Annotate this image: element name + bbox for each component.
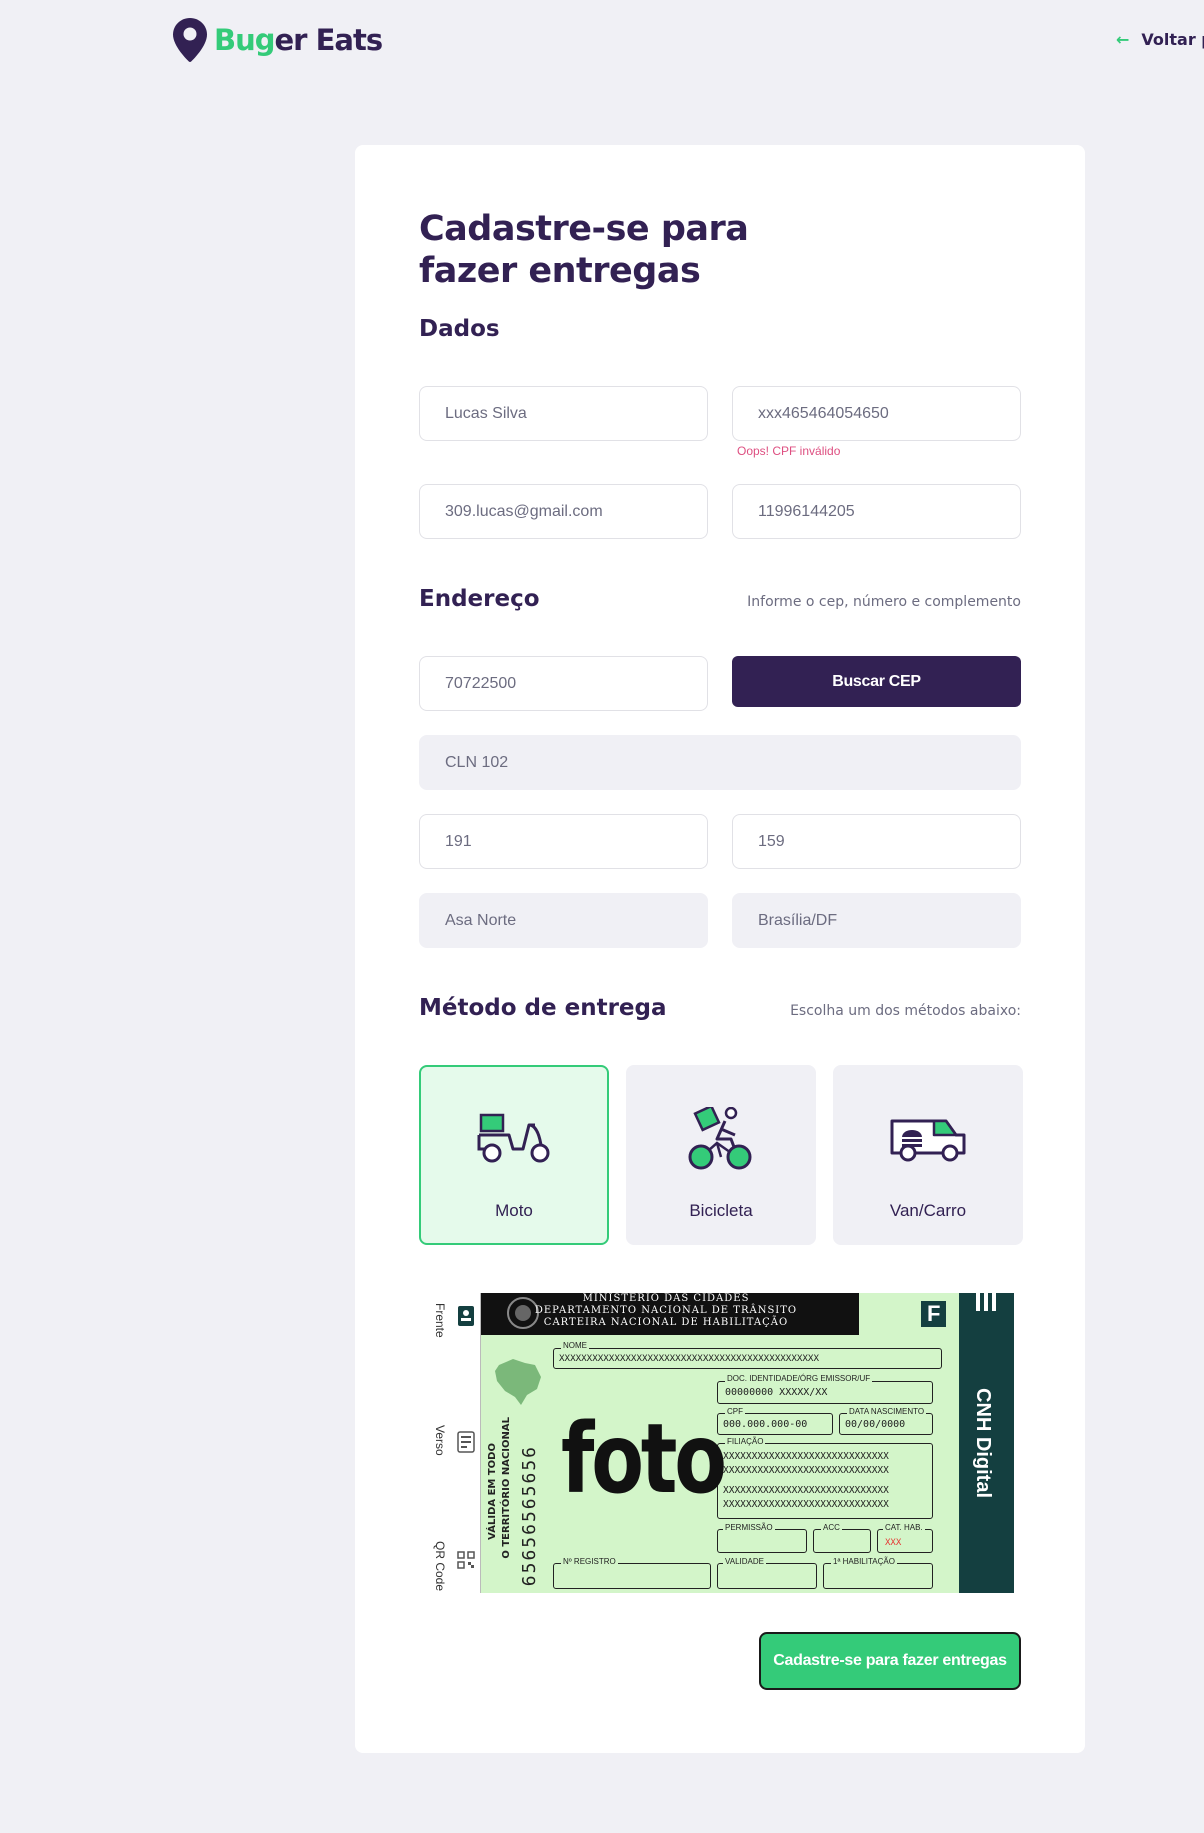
cnh-digital-strip: CNH Digital bbox=[959, 1293, 1014, 1593]
method-label: Moto bbox=[495, 1201, 533, 1220]
logo-text: Buger Eats bbox=[214, 23, 383, 57]
arrow-left-icon: ← bbox=[1116, 30, 1130, 49]
city-state-input: Brasília/DF bbox=[732, 893, 1021, 948]
cnh-label-doc: DOC. IDENTIDADE/ÓRG EMISSOR/UF bbox=[725, 1374, 873, 1383]
map-pin-icon bbox=[173, 18, 207, 62]
bicycle-icon bbox=[688, 1107, 752, 1170]
cnh-valida-line-2: O TERRITÓRIO NACIONAL bbox=[501, 1417, 512, 1559]
id-card-icon bbox=[458, 1306, 474, 1326]
cnh-label-cat: CAT. HAB. bbox=[883, 1523, 925, 1532]
complement-input[interactable]: 159 bbox=[732, 814, 1021, 869]
cnh-value-filiacao-2: XXXXXXXXXXXXXXXXXXXXXXXXXXXXX bbox=[723, 1465, 889, 1476]
cnh-label-permissao: PERMISSÃO bbox=[723, 1523, 775, 1532]
cnh-value-filiacao-3: XXXXXXXXXXXXXXXXXXXXXXXXXXXXX bbox=[723, 1485, 889, 1496]
cnh-strip-bar-3 bbox=[992, 1293, 996, 1311]
cnh-valida-line-1: VÁLIDA EM TODO bbox=[487, 1443, 498, 1540]
buscar-cep-button[interactable]: Buscar CEP bbox=[732, 656, 1021, 707]
cnh-strip-bar-2 bbox=[984, 1293, 988, 1311]
brazil-map-icon bbox=[495, 1359, 541, 1405]
cnh-label-registro: Nº REGISTRO bbox=[561, 1557, 618, 1566]
cnh-field-validade bbox=[717, 1563, 817, 1589]
cnh-label-filiacao: FILIAÇÃO bbox=[725, 1437, 766, 1446]
cnh-header-line-3: CARTEIRA NACIONAL DE HABILITAÇÃO bbox=[543, 1317, 789, 1328]
cnh-value-filiacao-4: XXXXXXXXXXXXXXXXXXXXXXXXXXXXX bbox=[723, 1499, 889, 1510]
cnh-tab-front[interactable]: Frente bbox=[433, 1303, 447, 1338]
number-input[interactable]: 191 bbox=[419, 814, 708, 869]
section-title-endereco: Endereço bbox=[419, 586, 540, 612]
cnh-field-acc bbox=[813, 1529, 871, 1553]
cnh-tab-back[interactable]: Verso bbox=[433, 1425, 447, 1456]
cnh-header-line-2: DEPARTAMENTO NACIONAL DE TRÂNSITO bbox=[534, 1305, 798, 1316]
endereco-hint: Informe o cep, número e complemento bbox=[747, 594, 1021, 610]
street-input: CLN 102 bbox=[419, 735, 1021, 790]
cnh-upload-preview[interactable]: Frente Verso QR Code MINISTÉRIO DAS CIDA… bbox=[425, 1293, 1014, 1593]
cnh-side-number: 65656565656 bbox=[519, 1445, 540, 1587]
delivery-method-van-carro[interactable]: Van/Carro bbox=[833, 1065, 1023, 1245]
scooter-icon bbox=[477, 1113, 550, 1163]
submit-button[interactable]: Cadastre-se para fazer entregas bbox=[759, 1632, 1021, 1690]
cnh-label-primeira-habilitacao: 1ª HABILITAÇÃO bbox=[831, 1557, 897, 1566]
cnh-value-nome: XXXXXXXXXXXXXXXXXXXXXXXXXXXXXXXXXXXXXXXX… bbox=[559, 1353, 819, 1364]
section-title-metodo: Método de entrega bbox=[419, 995, 667, 1021]
qr-code-icon bbox=[457, 1551, 475, 1569]
cnh-value-filiacao-1: XXXXXXXXXXXXXXXXXXXXXXXXXXXXX bbox=[723, 1451, 889, 1462]
cnh-header: MINISTÉRIO DAS CIDADES DEPARTAMENTO NACI… bbox=[481, 1293, 959, 1335]
metodo-hint: Escolha um dos métodos abaixo: bbox=[790, 1003, 1021, 1019]
cnh-value-doc: 00000000 XXXXX/XX bbox=[725, 1387, 828, 1398]
cpf-error-message: Oops! CPF inválido bbox=[737, 444, 841, 458]
cnh-photo-placeholder: foto bbox=[561, 1403, 727, 1515]
back-link-label: Voltar p bbox=[1141, 30, 1204, 49]
cnh-label-nome: NOME bbox=[561, 1341, 589, 1350]
cnh-field-permissao bbox=[717, 1529, 807, 1553]
cnh-strip-bar-1 bbox=[976, 1293, 980, 1311]
cnh-tab-qr[interactable]: QR Code bbox=[433, 1541, 447, 1591]
cnh-header-line-1: MINISTÉRIO DAS CIDADES bbox=[582, 1293, 750, 1304]
cnh-value-cpf: 000.000.000-00 bbox=[723, 1419, 808, 1430]
back-link[interactable]: ← Voltar p bbox=[1116, 30, 1204, 49]
header: Buger Eats ← Voltar p bbox=[0, 0, 1204, 80]
cnh-value-cat: XXX bbox=[885, 1538, 902, 1548]
cnh-label-acc: ACC bbox=[821, 1523, 842, 1532]
cep-input[interactable]: 70722500 bbox=[419, 656, 708, 711]
cpf-input[interactable]: xxx465464054650 bbox=[732, 386, 1021, 441]
method-label: Bicicleta bbox=[689, 1201, 753, 1220]
cnh-document: MINISTÉRIO DAS CIDADES DEPARTAMENTO NACI… bbox=[481, 1293, 959, 1593]
logo[interactable]: Buger Eats bbox=[172, 17, 383, 63]
cnh-corner-letter: F bbox=[921, 1301, 947, 1327]
name-input[interactable]: Lucas Silva bbox=[419, 386, 708, 441]
cnh-label-cpf: CPF bbox=[725, 1407, 745, 1416]
cnh-field-registro bbox=[553, 1563, 711, 1589]
cnh-label-validade: VALIDADE bbox=[723, 1557, 766, 1566]
page-title: Cadastre-se para fazer entregas bbox=[419, 209, 749, 291]
cnh-field-primeira-habilitacao bbox=[823, 1563, 933, 1589]
delivery-method-moto[interactable]: Moto bbox=[419, 1065, 609, 1245]
section-title-dados: Dados bbox=[419, 316, 500, 342]
email-input[interactable]: 309.lucas@gmail.com bbox=[419, 484, 708, 539]
cnh-side-tabs: Frente Verso QR Code bbox=[425, 1293, 481, 1593]
district-input: Asa Norte bbox=[419, 893, 708, 948]
van-icon bbox=[890, 1119, 966, 1162]
cnh-digital-label: CNH Digital bbox=[972, 1388, 994, 1498]
card-back-icon bbox=[457, 1431, 475, 1453]
cnh-value-nascimento: 00/00/0000 bbox=[845, 1419, 906, 1430]
whatsapp-input[interactable]: 11996144205 bbox=[732, 484, 1021, 539]
delivery-method-bicicleta[interactable]: Bicicleta bbox=[626, 1065, 816, 1245]
cnh-label-nascimento: DATA NASCIMENTO bbox=[847, 1407, 927, 1416]
method-label: Van/Carro bbox=[889, 1201, 967, 1220]
